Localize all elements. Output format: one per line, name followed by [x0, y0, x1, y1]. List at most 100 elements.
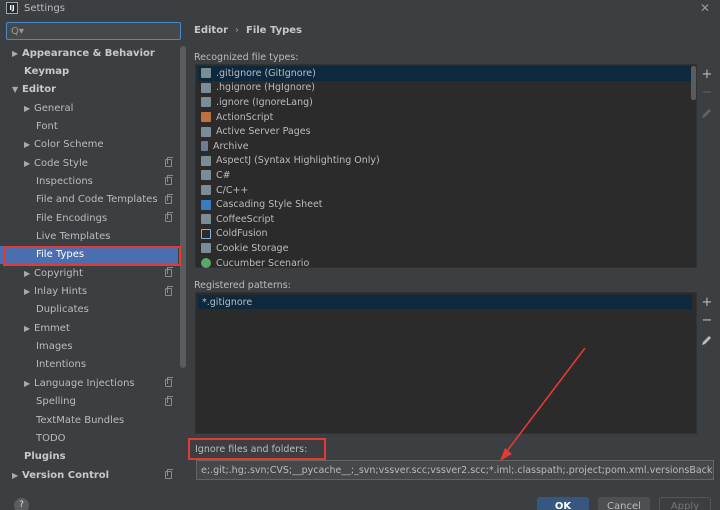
sidebar-item-emmet[interactable]: ▶ Emmet: [0, 319, 178, 337]
sidebar-item-label: Appearance & Behavior: [22, 47, 155, 59]
sidebar-item-label: Inlay Hints: [34, 286, 88, 298]
file-type-row[interactable]: .gitignore (GitIgnore): [198, 66, 692, 81]
sidebar-item-label: Copyright: [34, 267, 83, 279]
chevron-icon[interactable]: ▶: [12, 49, 22, 58]
sidebar-item-label: TextMate Bundles: [36, 414, 125, 426]
css-icon: [201, 199, 211, 210]
sidebar-item-spelling[interactable]: Spelling: [0, 393, 178, 411]
file-icon: [201, 243, 211, 254]
sidebar-item-label: Duplicates: [36, 304, 89, 316]
file-type-row[interactable]: .hgignore (HgIgnore): [198, 81, 692, 96]
file-icon: [201, 214, 211, 225]
ignore-files-input[interactable]: e;.git;.hg;.svn;CVS;__pycache__;_svn;vss…: [196, 460, 714, 480]
remove-file-type-button[interactable]: −: [700, 86, 714, 100]
project-settings-icon: [165, 193, 173, 204]
file-type-row[interactable]: AspectJ (Syntax Highlighting Only): [198, 154, 692, 169]
sidebar-item-label: Color Scheme: [34, 139, 104, 151]
registered-patterns-list[interactable]: *.gitignore: [195, 292, 697, 434]
chevron-icon[interactable]: ▶: [24, 140, 34, 149]
project-settings-icon: [165, 285, 173, 296]
chevron-icon[interactable]: ▶: [24, 324, 34, 333]
file-type-row[interactable]: ColdFusion: [198, 227, 692, 242]
chevron-icon[interactable]: ▶: [24, 104, 34, 113]
sidebar-item-inspections[interactable]: Inspections: [0, 172, 178, 190]
close-icon[interactable]: ✕: [700, 1, 710, 15]
file-type-label: Archive: [213, 140, 249, 152]
window-title: Settings: [24, 2, 66, 14]
sidebar-item-language-injections[interactable]: ▶ Language Injections: [0, 374, 178, 392]
chevron-icon[interactable]: ▶: [24, 379, 34, 388]
file-type-label: Active Server Pages: [216, 126, 311, 138]
sidebar-item-file-encodings[interactable]: File Encodings: [0, 209, 178, 227]
file-type-row[interactable]: Archive: [198, 139, 692, 154]
file-type-row[interactable]: Cucumber Scenario: [198, 256, 692, 271]
sidebar-item-live-templates[interactable]: Live Templates: [0, 228, 178, 246]
pattern-row[interactable]: *.gitignore: [198, 295, 692, 309]
add-pattern-button[interactable]: +: [700, 296, 714, 310]
file-type-label: .gitignore (GitIgnore): [216, 67, 316, 79]
sidebar-scrollbar[interactable]: [180, 46, 186, 368]
apply-button[interactable]: Apply: [659, 497, 711, 510]
sidebar-item-duplicates[interactable]: Duplicates: [0, 301, 178, 319]
sidebar-item-editor[interactable]: ▼ Editor: [0, 81, 178, 99]
sidebar-item-plugins[interactable]: Plugins: [0, 448, 178, 466]
breadcrumb-current: File Types: [246, 24, 302, 36]
file-icon: [201, 155, 211, 166]
app-icon: IJ: [6, 2, 18, 14]
file-types-scrollbar[interactable]: [691, 66, 696, 100]
edit-pattern-icon[interactable]: [701, 335, 712, 346]
file-icon: [201, 170, 211, 181]
recognized-file-types-label: Recognized file types:: [194, 52, 299, 63]
sidebar-item-copyright[interactable]: ▶ Copyright: [0, 264, 178, 282]
sidebar-item-intentions[interactable]: Intentions: [0, 356, 178, 374]
sidebar-item-color-scheme[interactable]: ▶ Color Scheme: [0, 136, 178, 154]
sidebar-item-inlay-hints[interactable]: ▶ Inlay Hints: [0, 283, 178, 301]
ok-button[interactable]: OK: [537, 497, 589, 510]
chevron-icon[interactable]: ▼: [12, 85, 22, 94]
settings-tree: ▶ Appearance & Behavior Keymap ▼ Editor ▶ Gene…: [0, 44, 186, 486]
chevron-icon[interactable]: ▶: [24, 159, 34, 168]
sidebar-item-label: Version Control: [22, 469, 110, 481]
file-type-row[interactable]: C/C++: [198, 183, 692, 198]
sidebar-item-label: Intentions: [36, 359, 87, 371]
chevron-icon[interactable]: ▶: [24, 287, 34, 296]
sidebar-item-label: File and Code Templates: [36, 194, 158, 206]
file-type-row[interactable]: C#: [198, 168, 692, 183]
cucumber-icon: [201, 258, 211, 269]
file-type-row[interactable]: .ignore (IgnoreLang): [198, 95, 692, 110]
sidebar-item-file-types[interactable]: File Types: [0, 245, 178, 264]
sidebar-item-font[interactable]: Font: [0, 117, 178, 135]
file-type-row[interactable]: CoffeeScript: [198, 212, 692, 227]
sidebar-item-textmate-bundles[interactable]: TextMate Bundles: [0, 411, 178, 429]
sidebar-item-label: Spelling: [36, 396, 76, 408]
sidebar-item-keymap[interactable]: Keymap: [0, 62, 178, 80]
add-file-type-button[interactable]: +: [700, 68, 714, 82]
file-type-row[interactable]: Cascading Style Sheet: [198, 197, 692, 212]
file-type-row[interactable]: Cookie Storage: [198, 241, 692, 256]
cancel-button[interactable]: Cancel: [598, 497, 650, 510]
file-type-label: C/C++: [216, 184, 249, 196]
remove-pattern-button[interactable]: −: [700, 314, 714, 328]
archive-icon: [201, 141, 208, 152]
sidebar-item-label: Inspections: [36, 175, 93, 187]
sidebar-item-general[interactable]: ▶ General: [0, 99, 178, 117]
sidebar-item-version-control[interactable]: ▶ Version Control: [0, 466, 178, 484]
help-button[interactable]: ?: [14, 498, 29, 510]
sidebar-item-label: File Encodings: [36, 212, 108, 224]
file-icon: [201, 68, 211, 79]
sidebar-item-code-style[interactable]: ▶ Code Style: [0, 154, 178, 172]
sidebar-item-label: Plugins: [24, 451, 66, 463]
sidebar-item-label: Images: [36, 341, 73, 353]
sidebar-item-appearance-behavior[interactable]: ▶ Appearance & Behavior: [0, 44, 178, 62]
breadcrumb-parent[interactable]: Editor: [194, 25, 228, 36]
edit-file-type-icon[interactable]: [701, 108, 712, 119]
recognized-file-types-list[interactable]: .gitignore (GitIgnore) .hgignore (HgIgnor…: [195, 64, 697, 271]
sidebar-item-todo[interactable]: TODO: [0, 429, 178, 447]
sidebar-item-file-and-code-templates[interactable]: File and Code Templates: [0, 191, 178, 209]
file-type-row[interactable]: Active Server Pages: [198, 124, 692, 139]
sidebar-item-images[interactable]: Images: [0, 338, 178, 356]
chevron-icon[interactable]: ▶: [24, 269, 34, 278]
settings-search-input[interactable]: Q▾: [6, 22, 181, 40]
chevron-icon[interactable]: ▶: [12, 471, 22, 480]
file-type-row[interactable]: ActionScript: [198, 110, 692, 125]
